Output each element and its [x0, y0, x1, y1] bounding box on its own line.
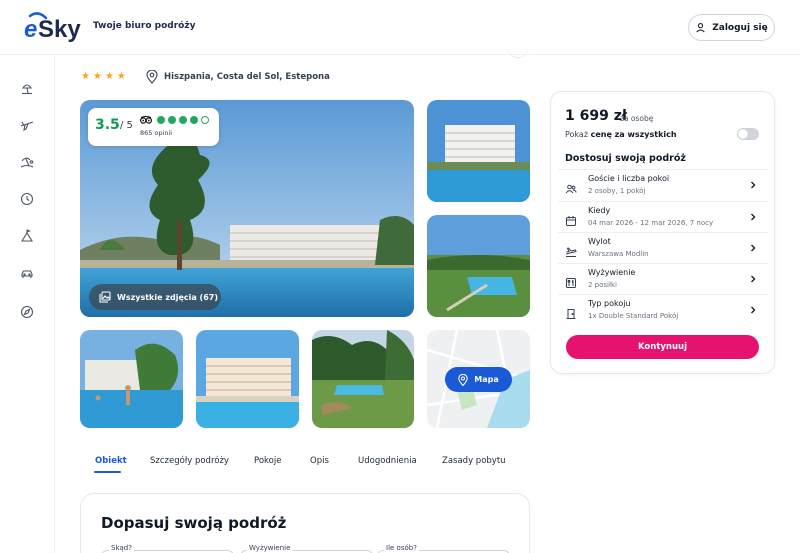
- divider: [558, 201, 768, 202]
- sidebar: [0, 56, 55, 553]
- top-header: e Sky Twoje biuro podróży Zaloguj się: [0, 0, 800, 55]
- guests-icon: [565, 180, 577, 194]
- tagline: Twoje biuro podróży: [93, 21, 196, 31]
- all-photos-button[interactable]: Wszystkie zdjęcia (67): [89, 284, 221, 310]
- option-value: 04 mar 2026 - 12 mar 2026, 7 nocy: [588, 219, 714, 227]
- option-label: Wylot: [588, 237, 611, 246]
- option-departure[interactable]: Wylot Warszawa Modlin: [558, 235, 768, 265]
- rating-card[interactable]: 3.5 / 5 865 opinii: [88, 108, 219, 146]
- continue-button[interactable]: Kontynuuj: [566, 335, 759, 359]
- photo-garden-pool[interactable]: [427, 215, 530, 317]
- customize-title: Dostosuj swoją podróż: [565, 153, 686, 164]
- plane-icon[interactable]: [20, 117, 34, 131]
- photo-garden[interactable]: [312, 330, 414, 428]
- beach-umbrella-icon[interactable]: [20, 80, 34, 95]
- hotel-location: Hiszpania, Costa del Sol, Estepona: [164, 72, 330, 82]
- divider: [558, 294, 768, 295]
- option-board[interactable]: Wyżywienie 2 posiłki: [558, 266, 768, 296]
- tab-pokoje[interactable]: Pokoje: [254, 456, 281, 466]
- hotel-stars: ★ ★ ★ ★: [81, 71, 126, 83]
- location-pin-icon: [146, 70, 158, 84]
- map-pin-icon: [458, 373, 469, 386]
- tab-udogodnienia[interactable]: Udogodnienia: [358, 456, 417, 466]
- review-count: 865 opinii: [140, 129, 173, 137]
- mountain-ski-icon[interactable]: [20, 228, 34, 242]
- login-button[interactable]: Zaloguj się: [688, 14, 775, 41]
- tab-obiekt[interactable]: Obiekt: [95, 456, 127, 466]
- option-label: Typ pokoju: [588, 299, 631, 308]
- toggle-knob: [738, 129, 748, 139]
- option-value: 1x Double Standard Pokój: [588, 312, 679, 320]
- option-value: 2 osoby, 1 pokój: [588, 187, 646, 195]
- active-tab-indicator: [94, 471, 121, 473]
- photo-hotel-facade[interactable]: [196, 330, 299, 428]
- gallery-icon: [99, 291, 111, 303]
- chevron-right-icon: [751, 306, 756, 314]
- esky-logo[interactable]: e Sky: [24, 12, 86, 42]
- star-icon: ★: [92, 71, 102, 82]
- island-icon[interactable]: [20, 154, 34, 168]
- departure-icon: [565, 243, 577, 257]
- tab-zasady-pobytu[interactable]: Zasady pobytu: [442, 456, 506, 466]
- rating-bubble-empty: [201, 116, 209, 124]
- divider: [558, 263, 768, 264]
- photo-hotel-pool[interactable]: [427, 100, 530, 202]
- show-total-bold: cenę za wszystkich: [590, 130, 677, 139]
- svg-text:e: e: [24, 16, 37, 42]
- rating-bubble-filled: [190, 116, 198, 124]
- rating-bubble-filled: [168, 116, 176, 124]
- map-button[interactable]: Mapa: [445, 367, 512, 392]
- star-icon: ★: [81, 71, 90, 82]
- show-total-toggle[interactable]: [737, 128, 759, 140]
- car-icon[interactable]: [20, 266, 34, 280]
- option-value: 2 posiłki: [588, 281, 617, 289]
- rating-bubble-filled: [179, 116, 187, 124]
- option-dates[interactable]: Kiedy 04 mar 2026 - 12 mar 2026, 7 nocy: [558, 204, 768, 234]
- photo-pool-kids[interactable]: [80, 330, 183, 428]
- rating-score: 3.5: [95, 117, 120, 133]
- scroll-up-hint[interactable]: [507, 46, 529, 58]
- option-label: Goście i liczba pokoi: [588, 174, 670, 183]
- meal-icon: [565, 274, 577, 288]
- user-icon: [696, 23, 705, 33]
- option-guests[interactable]: Goście i liczba pokoi 2 osoby, 1 pokój: [558, 172, 768, 202]
- star-icon: ★: [104, 71, 114, 82]
- room-door-icon: [565, 305, 577, 319]
- rating-bubbles: [157, 116, 209, 124]
- show-total-prefix: Pokaż: [565, 130, 589, 139]
- guests-field-label: Ile osób?: [384, 544, 419, 552]
- all-photos-label: Wszystkie zdjęcia (67): [117, 292, 218, 302]
- tab-szczegoly-podrozy[interactable]: Szczegóły podróży: [150, 456, 229, 466]
- clock-icon[interactable]: [20, 191, 34, 206]
- option-label: Wyżywienie: [588, 268, 636, 277]
- chevron-right-icon: [751, 213, 756, 221]
- option-value: Warszawa Modlin: [588, 250, 649, 258]
- option-label: Kiedy: [588, 206, 611, 215]
- price: 1 699 zł: [565, 108, 628, 124]
- tab-opis[interactable]: Opis: [310, 456, 329, 466]
- tripadvisor-icon: [140, 116, 152, 124]
- price-unit: za osobę: [620, 114, 654, 123]
- calendar-icon: [565, 212, 577, 226]
- svg-text:Sky: Sky: [38, 16, 81, 42]
- login-label: Zaloguj się: [712, 22, 768, 33]
- rating-bubble-filled: [157, 116, 165, 124]
- board-field-label: Wyżywienie: [247, 544, 293, 552]
- chevron-right-icon: [751, 275, 756, 283]
- star-icon: ★: [116, 71, 126, 82]
- departure-field-label: Skąd?: [109, 544, 134, 552]
- chevron-right-icon: [751, 244, 756, 252]
- divider: [558, 232, 768, 233]
- chevron-right-icon: [751, 181, 756, 189]
- compass-icon[interactable]: [20, 304, 34, 319]
- show-total-label: Pokaż cenę za wszystkich: [565, 130, 677, 139]
- option-room-type[interactable]: Typ pokoju 1x Double Standard Pokój: [558, 297, 768, 327]
- map-label: Mapa: [474, 375, 499, 384]
- rating-max: / 5: [120, 120, 133, 131]
- adjust-trip-title: Dopasuj swoją podróż: [101, 514, 287, 532]
- divider: [558, 169, 768, 170]
